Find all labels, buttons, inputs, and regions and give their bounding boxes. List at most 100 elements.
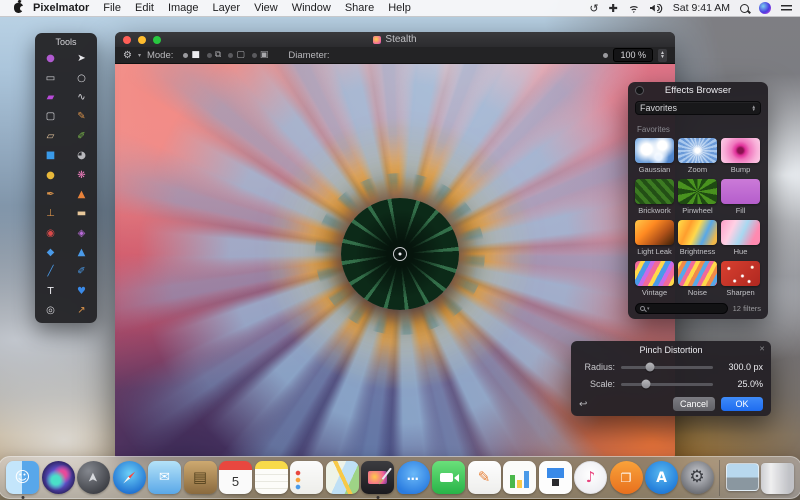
dock-icon-ibooks[interactable]: ❐ [609, 461, 643, 494]
pinch-close-icon[interactable]: ✕ [759, 345, 765, 353]
cancel-button[interactable]: Cancel [673, 397, 715, 411]
tool-shape[interactable]: ♥ [66, 282, 97, 301]
notification-center-icon[interactable] [781, 3, 792, 13]
scale-value[interactable]: 25.0% [719, 379, 763, 389]
tool-healing[interactable]: ▬ [66, 204, 97, 223]
scale-slider-thumb[interactable] [641, 379, 651, 389]
tool-dodge[interactable]: ● [35, 165, 66, 184]
tool-type[interactable]: T [35, 282, 66, 301]
distortion-center-handle[interactable] [393, 246, 408, 261]
effect-thumb-hue[interactable] [721, 220, 760, 245]
tool-clone-stamp[interactable]: ⊥ [35, 204, 66, 223]
dock-icon-launchpad[interactable]: ➤ [77, 461, 110, 494]
mode-option-paint[interactable]: ■ [183, 50, 200, 60]
scale-slider[interactable] [621, 379, 713, 389]
tool-magic-wand[interactable]: ▰ [35, 88, 66, 107]
tool-eyedropper[interactable]: ↗ [66, 301, 97, 320]
effect-thumb-gaussian[interactable] [635, 138, 674, 163]
app-menu-pixelmator[interactable]: Pixelmator [33, 2, 89, 14]
dock-icon-siri[interactable] [41, 461, 75, 494]
tool-blur[interactable]: ◆ [35, 243, 66, 262]
effect-thumb-vintage[interactable] [635, 261, 674, 286]
gear-chevron-icon[interactable]: ▾ [138, 52, 141, 59]
tool-sharpen[interactable]: ▲ [66, 243, 97, 262]
effect-thumb-pinwheel[interactable] [678, 179, 717, 204]
menu-item-edit[interactable]: Edit [135, 2, 154, 14]
dock-icon-downloads[interactable] [725, 462, 759, 491]
mode-option-erase[interactable]: ▢ [228, 50, 245, 60]
dock-icon-appstore[interactable]: A [645, 461, 678, 494]
wifi-icon[interactable] [627, 3, 640, 13]
dock-icon-sysprefs[interactable]: ⚙ [680, 461, 714, 494]
tool-pen[interactable]: ✒ [35, 185, 66, 204]
radius-value[interactable]: 300.0 px [719, 362, 763, 372]
radius-slider-thumb[interactable] [645, 362, 655, 372]
tool-line[interactable]: ╱ [35, 262, 66, 281]
tool-arrange[interactable]: ➤ [66, 49, 97, 68]
dock-icon-trash[interactable] [761, 463, 794, 494]
mode-option-behind[interactable]: ⧉ [206, 50, 221, 60]
dock-icon-maps[interactable] [325, 461, 359, 494]
effect-thumb-noise[interactable] [678, 261, 717, 286]
dock-icon-messages[interactable]: … [396, 461, 430, 494]
document-proxy-icon[interactable] [373, 35, 382, 44]
zoom-level-field[interactable]: 100 % [613, 48, 653, 62]
tool-red-eye[interactable]: ◉ [35, 224, 66, 243]
mode-option-refine[interactable]: ▣ [251, 50, 268, 60]
menu-item-help[interactable]: Help [388, 2, 411, 14]
menu-item-window[interactable]: Window [292, 2, 331, 14]
dock-icon-pages[interactable]: ✎ [467, 461, 501, 494]
tool-move[interactable]: ● [35, 49, 66, 68]
tool-paint-brush[interactable]: ✎ [66, 107, 97, 126]
effect-thumb-fill[interactable] [721, 179, 760, 204]
tool-smudge[interactable]: ▲ [66, 185, 97, 204]
dock-icon-notes[interactable] [254, 461, 288, 494]
dock-icon-pixelmator[interactable] [361, 461, 394, 499]
dock-icon-safari[interactable] [112, 461, 146, 494]
dock-icon-finder[interactable]: ☺ [6, 461, 39, 499]
dock-icon-facetime[interactable] [432, 461, 465, 494]
spotlight-icon[interactable] [740, 3, 749, 13]
tool-sponge[interactable]: ◕ [66, 146, 97, 165]
menu-item-share[interactable]: Share [345, 2, 374, 14]
gear-icon[interactable]: ⚙ [123, 50, 132, 61]
reset-icon[interactable]: ↩ [579, 399, 587, 410]
dock-icon-keynote[interactable] [538, 461, 572, 494]
four-arrows-icon[interactable]: ✚ [609, 3, 618, 14]
siri-icon[interactable] [759, 2, 771, 14]
time-machine-icon[interactable]: ↺ [589, 3, 598, 14]
tool-elliptical-selection[interactable]: ○ [66, 68, 97, 87]
effect-thumb-brickwork[interactable] [635, 179, 674, 204]
apple-menu-icon[interactable] [14, 3, 25, 13]
tool-draw-pencil[interactable]: ✐ [66, 262, 97, 281]
tool-pencil[interactable]: ✐ [66, 127, 97, 146]
tool-swatches[interactable]: ❋ [66, 165, 97, 184]
dock-icon-mail[interactable]: ✉ [148, 461, 181, 494]
menu-bar-clock[interactable]: Sat 9:41 AM [673, 2, 730, 14]
dock-icon-calendar[interactable]: 5 [219, 461, 252, 494]
tool-saturate[interactable]: ◈ [66, 224, 97, 243]
window-titlebar[interactable]: Stealth [115, 32, 675, 47]
tool-lasso[interactable]: ∿ [66, 88, 97, 107]
tool-eraser[interactable]: ▱ [35, 127, 66, 146]
effect-thumb-sharpen[interactable] [721, 261, 760, 286]
ok-button[interactable]: OK [721, 397, 763, 411]
volume-icon[interactable] [650, 3, 663, 13]
effects-category-dropdown[interactable]: Favorites ▲ ▼ [635, 101, 761, 115]
dock-icon-numbers[interactable] [503, 461, 536, 494]
tool-zoom[interactable]: ◎ [35, 301, 66, 320]
dock-icon-contacts[interactable]: ▤ [183, 461, 217, 494]
effect-thumb-zoom[interactable] [678, 138, 717, 163]
effect-thumb-brightness[interactable] [678, 220, 717, 245]
effects-search-field[interactable]: ▾ [635, 303, 728, 314]
zoom-stepper[interactable]: ▲ ▼ [658, 48, 667, 62]
dock-icon-reminders[interactable] [290, 461, 323, 494]
tool-crop[interactable]: ▢ [35, 107, 66, 126]
menu-item-layer[interactable]: Layer [213, 2, 241, 14]
menu-item-file[interactable]: File [103, 2, 121, 14]
effect-thumb-lightleak[interactable] [635, 220, 674, 245]
tool-rectangular-selection[interactable]: ▭ [35, 68, 66, 87]
menu-item-image[interactable]: Image [168, 2, 199, 14]
radius-slider[interactable] [621, 362, 713, 372]
menu-item-view[interactable]: View [254, 2, 278, 14]
